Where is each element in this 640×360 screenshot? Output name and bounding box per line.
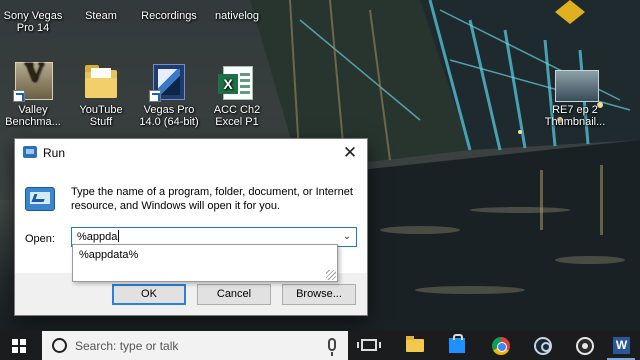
microphone-icon[interactable] [328, 338, 336, 356]
steam-icon [534, 337, 552, 355]
close-icon: ✕ [342, 143, 358, 163]
desktop-icon-label: nativelog [214, 10, 260, 22]
run-app-icon [23, 146, 37, 158]
file-explorer-icon [406, 336, 424, 352]
taskbar-search-box[interactable]: Search: type or talk [42, 331, 348, 360]
open-input-value: %appda [77, 231, 118, 243]
desktop-icon-re7-thumbnail[interactable]: RE7 ep 2 Thumbnail... [540, 70, 610, 128]
excel-icon: X [218, 66, 253, 100]
store-icon [449, 334, 465, 353]
desktop-icon-label: Sony Vegas Pro 14 [3, 10, 63, 34]
desktop-icon-label: YouTube Stuff [79, 104, 123, 128]
chrome-icon [492, 337, 510, 355]
shortcut-arrow-icon [13, 90, 25, 102]
instructions-text: Type the name of a program, folder, docu… [71, 186, 353, 212]
autocomplete-dropdown: %appdata% [72, 244, 338, 282]
shortcut-arrow-icon [149, 90, 161, 102]
desktop-icon-nativelog[interactable]: nativelog [204, 0, 270, 22]
taskbar: Search: type or talk W [0, 331, 640, 360]
resize-grip-icon[interactable] [326, 270, 336, 280]
desktop-icon-acc-excel[interactable]: X ACC Ch2 Excel P1 [204, 62, 270, 128]
taskbar-steam[interactable] [526, 331, 560, 360]
dialog-title: Run [43, 146, 66, 160]
task-view-icon [357, 339, 381, 351]
ok-button[interactable]: OK [112, 284, 186, 305]
dropdown-button[interactable]: ⌄ [338, 228, 356, 246]
run-dialog: Run ✕ Type the name of a program, folder… [14, 138, 368, 316]
obs-icon [576, 337, 594, 355]
desktop-icon-sony-vegas[interactable]: Sony Vegas Pro 14 [0, 0, 66, 34]
browse-button[interactable]: Browse... [282, 284, 356, 305]
run-icon [25, 187, 57, 213]
word-icon: W [613, 337, 630, 354]
taskbar-chrome[interactable] [484, 331, 518, 360]
cancel-button[interactable]: Cancel [197, 284, 271, 305]
desktop-icon-label: Recordings [141, 10, 197, 22]
desktop-icon-label: Vegas Pro 14.0 (64-bit) [139, 104, 199, 128]
taskbar-obs[interactable] [568, 331, 602, 360]
desktop-icon-valley-benchmark[interactable]: V Valley Benchma... [0, 61, 66, 129]
image-thumbnail-icon [555, 70, 599, 102]
text-caret [118, 230, 120, 243]
desktop-icon-label: RE7 ep 2 Thumbnail... [544, 104, 606, 128]
desktop-icon-label: ACC Ch2 Excel P1 [213, 104, 261, 128]
open-input[interactable]: %appda [77, 230, 120, 243]
desktop-icon-recordings[interactable]: Recordings [136, 0, 202, 22]
taskbar-file-explorer[interactable] [398, 331, 432, 360]
cortana-icon [52, 338, 67, 353]
desktop-icon-youtube-stuff[interactable]: YouTube Stuff [68, 62, 134, 128]
search-placeholder: Search: type or talk [75, 339, 179, 353]
chevron-down-icon: ⌄ [342, 231, 352, 242]
dialog-titlebar[interactable]: Run ✕ [15, 139, 367, 167]
desktop-icon-label: Steam [85, 10, 117, 22]
taskbar-task-view[interactable] [352, 331, 386, 360]
windows-logo-icon [12, 339, 26, 353]
taskbar-word[interactable]: W [604, 331, 638, 360]
open-label: Open: [25, 233, 55, 245]
close-button[interactable]: ✕ [337, 141, 363, 165]
taskbar-store[interactable] [440, 331, 474, 360]
start-button[interactable] [0, 331, 38, 360]
autocomplete-item[interactable]: %appdata% [79, 249, 138, 261]
desktop-icon-steam[interactable]: Steam [68, 0, 134, 22]
desktop-icon-vegas-pro[interactable]: Vegas Pro 14.0 (64-bit) [136, 62, 202, 128]
folder-icon [85, 65, 117, 98]
desktop-icon-label: Valley Benchma... [5, 104, 61, 128]
